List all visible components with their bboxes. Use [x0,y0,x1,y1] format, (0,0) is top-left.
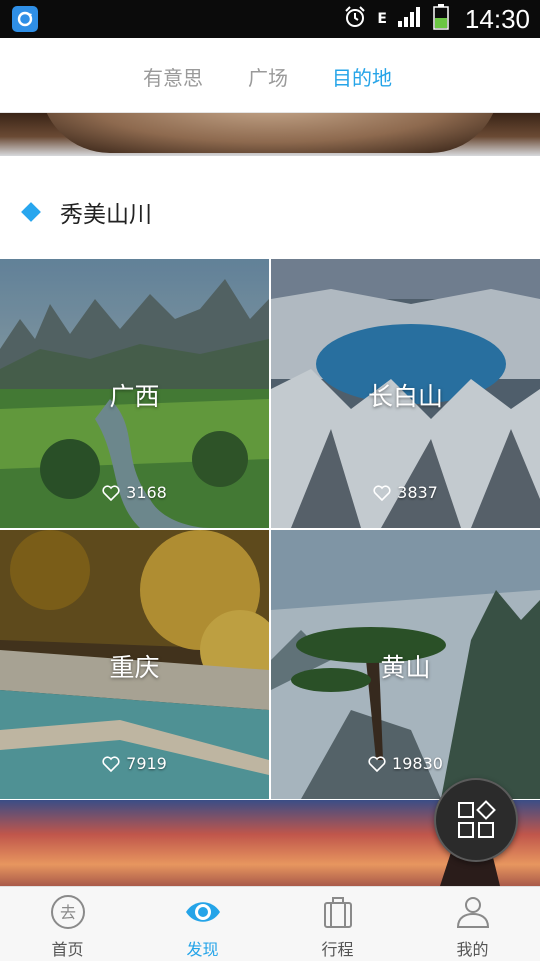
destination-name: 长白山 [367,382,443,411]
heart-icon [373,484,391,501]
diamond-icon [21,202,41,222]
destination-card-chongqing[interactable]: 重庆 7919 [0,530,269,799]
heart-icon [102,755,120,772]
nav-home-label: 首页 [51,940,84,959]
network-type-label: E [377,11,387,27]
section-title: 秀美山川 [60,202,152,228]
grid-apps-button[interactable] [434,778,518,862]
destination-name: 黄山 [380,653,431,682]
likes-value: 3168 [126,483,167,502]
tab-interesting[interactable]: 有意思 [143,62,203,91]
bottom-nav: 去 首页 发现 行程 我的 [0,886,540,961]
status-time: 14:30 [464,3,530,34]
home-go-icon: 去 [50,895,85,929]
app-notification-icon [12,6,38,32]
tab-destination[interactable]: 目的地 [332,62,392,91]
user-icon [456,897,489,928]
section-header: 秀美山川 [21,192,152,232]
grid-apps-icon [458,800,496,838]
eye-icon [185,902,220,922]
likes-value: 19830 [392,754,443,773]
destination-card-changbaishan[interactable]: 长白山 3837 [271,259,540,528]
nav-profile[interactable]: 我的 [405,887,540,961]
likes-count: 19830 [271,754,540,773]
likes-count: 3837 [271,483,540,502]
heart-icon [102,484,120,501]
signal-icon [397,6,423,32]
top-tab-bar: 有意思 广场 目的地 [0,38,540,113]
likes-count: 3168 [0,483,269,502]
destination-card-guangxi[interactable]: 广西 3168 [0,259,269,528]
nav-itinerary-label: 行程 [321,940,354,959]
nav-discover-label: 发现 [186,940,219,959]
tab-square[interactable]: 广场 [248,62,288,91]
luggage-icon [323,897,352,928]
featured-image-partial[interactable] [0,113,540,156]
heart-icon [368,755,386,772]
likes-value: 7919 [126,754,167,773]
svg-text:去: 去 [59,903,75,922]
destination-name: 重庆 [109,653,160,682]
destination-card-huangshan[interactable]: 黄山 19830 [271,530,540,799]
status-bar: E 14:30 [0,0,540,38]
nav-discover[interactable]: 发现 [135,887,270,961]
likes-count: 7919 [0,754,269,773]
nav-itinerary[interactable]: 行程 [270,887,405,961]
likes-value: 3837 [397,483,438,502]
alarm-icon [343,5,367,33]
nav-profile-label: 我的 [456,940,489,959]
destination-name: 广西 [109,382,160,411]
battery-icon [433,4,449,34]
nav-home[interactable]: 去 首页 [0,887,135,961]
